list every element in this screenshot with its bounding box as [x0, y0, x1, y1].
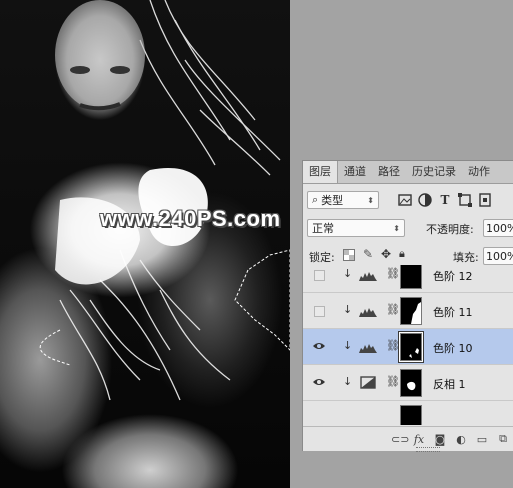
tab-layers[interactable]: 图层	[303, 161, 338, 183]
mask-link-icon[interactable]: ⛓︎	[386, 267, 400, 280]
lock-transparent-icon[interactable]	[343, 249, 355, 261]
mask-link-icon[interactable]: ⛓︎	[386, 375, 400, 388]
adjustment-icon[interactable]: ◐	[454, 433, 468, 446]
tab-history[interactable]: 历史记录	[406, 161, 462, 183]
tab-channels[interactable]: 通道	[338, 161, 372, 183]
fill-label: 填充:	[453, 251, 479, 264]
lock-pixels-icon[interactable]: ✎	[363, 247, 373, 261]
mask-shape	[407, 381, 416, 391]
fx-icon[interactable]: fx	[412, 433, 426, 446]
layer-row[interactable]	[303, 401, 513, 425]
lock-label: 锁定:	[309, 251, 335, 264]
layer-filter-value: 类型	[321, 194, 344, 207]
levels-histogram-icon	[359, 308, 377, 317]
add-mask-icon[interactable]: ◙	[433, 433, 447, 446]
image-filter-icon[interactable]	[397, 192, 413, 208]
mask-shape	[409, 348, 419, 358]
eye-icon[interactable]	[313, 377, 325, 387]
mask-shape	[411, 302, 421, 324]
layer-name[interactable]: 色阶 10	[433, 340, 473, 356]
opacity-input[interactable]: 100%	[483, 219, 513, 237]
tab-paths[interactable]: 路径	[372, 161, 406, 183]
layers-list: ↓ ⛓︎ 色阶 12 ↓ ⛓︎ 色阶 11 ↓ ⛓︎ 色阶 10 ↓ ⛓︎ 反相…	[303, 265, 513, 425]
search-icon: ⌕	[312, 193, 319, 206]
layers-panel: 图层 通道 路径 历史记录 动作 ⌕ 类型 ⬍ T 正常 ⬍ 不透明度: 100…	[302, 160, 513, 451]
panel-tabs: 图层 通道 路径 历史记录 动作	[303, 161, 513, 184]
layer-mask-thumbnail[interactable]	[400, 265, 422, 289]
invert-icon	[360, 376, 376, 389]
link-icon[interactable]: ⊂⊃	[391, 433, 409, 446]
group-folder-icon[interactable]: ▭	[475, 433, 489, 446]
blend-mode-select[interactable]: 正常 ⬍	[307, 219, 405, 237]
mask-link-icon[interactable]: ⛓︎	[386, 339, 400, 352]
panel-footer: ⊂⊃ fx ◙ ◐ ▭ ⧉	[303, 426, 513, 451]
layer-mask-thumbnail[interactable]	[400, 297, 422, 325]
clipping-arrow-icon: ↓	[343, 375, 353, 388]
layer-row[interactable]: ↓ ⛓︎ 色阶 11	[303, 293, 513, 329]
mask-link-icon[interactable]: ⛓︎	[386, 303, 400, 316]
layer-mask-thumbnail[interactable]	[400, 405, 422, 425]
shape-filter-icon[interactable]	[457, 192, 473, 208]
eye-icon[interactable]	[313, 341, 325, 351]
stepper-icon: ⬍	[393, 223, 400, 233]
lock-position-icon[interactable]: ✥	[381, 247, 391, 261]
tab-actions[interactable]: 动作	[462, 161, 496, 183]
levels-histogram-icon	[359, 272, 377, 281]
layer-name[interactable]: 反相 1	[433, 376, 466, 392]
visibility-toggle[interactable]	[314, 270, 325, 281]
layer-filter-select[interactable]: ⌕ 类型 ⬍	[307, 191, 379, 209]
stepper-icon: ⬍	[367, 195, 374, 205]
adjustment-filter-icon[interactable]	[417, 192, 433, 208]
lock-all-icon[interactable]: 🔒︎	[399, 247, 405, 261]
levels-histogram-icon	[359, 344, 377, 353]
clipping-arrow-icon: ↓	[343, 339, 353, 352]
clipping-arrow-icon: ↓	[343, 267, 353, 280]
layer-row[interactable]: ↓ ⛓︎ 色阶 12	[303, 265, 513, 293]
fill-input[interactable]: 100%	[483, 247, 513, 265]
layer-mask-thumbnail[interactable]	[400, 369, 422, 397]
layer-name[interactable]: 色阶 11	[433, 304, 473, 320]
layer-name[interactable]: 色阶 12	[433, 268, 473, 284]
type-filter-icon[interactable]: T	[437, 192, 453, 208]
document-canvas[interactable]: www.240PS.com	[0, 0, 290, 488]
layer-row-selected[interactable]: ↓ ⛓︎ 色阶 10	[303, 329, 513, 365]
visibility-toggle[interactable]	[314, 306, 325, 317]
blend-mode-value: 正常	[312, 222, 334, 235]
watermark-text: www.240PS.com	[100, 206, 281, 231]
layer-mask-thumbnail[interactable]	[399, 332, 423, 362]
panel-resize-grip[interactable]	[416, 447, 440, 452]
selection-marquee	[39, 249, 290, 366]
clipping-arrow-icon: ↓	[343, 303, 353, 316]
layer-row[interactable]: ↓ ⛓︎ 反相 1	[303, 365, 513, 401]
new-layer-icon[interactable]: ⧉	[496, 432, 510, 446]
smart-object-filter-icon[interactable]	[477, 192, 493, 208]
opacity-label: 不透明度:	[426, 223, 474, 236]
